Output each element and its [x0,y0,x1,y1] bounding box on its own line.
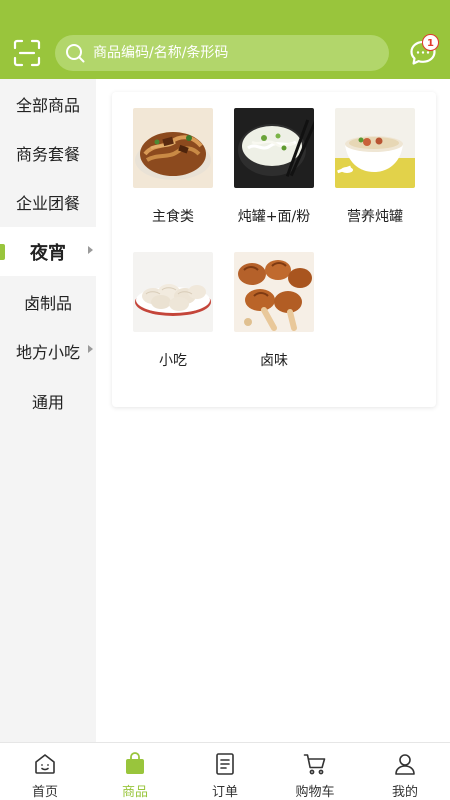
search-icon [66,44,85,63]
subcategory-label: 营养炖罐 [347,209,403,225]
subcategory-card: 主食类 炖罐+面/粉 营养炖罐 小吃 卤味 [112,92,436,407]
sidebar-item-group-meal[interactable]: 企业团餐 [0,177,96,226]
nav-item-cart[interactable]: 购物车 [270,743,360,800]
home-icon [35,754,55,774]
sidebar-item-label: 卤制品 [23,293,72,313]
bag-icon [126,752,144,774]
profile-icon [395,754,415,775]
sidebar-item-label: 全部商品 [15,95,80,115]
cart-icon [303,754,326,775]
nav-label: 购物车 [295,785,335,800]
dumplings-photo [133,252,213,332]
search-placeholder: 商品编码/名称/条形码 [93,45,229,61]
subcategory-item[interactable]: 小吃 [128,252,218,382]
braised-duck-photo [234,252,314,332]
order-icon [216,753,234,775]
sidebar-item-general[interactable]: 通用 [0,376,96,425]
scan-icon[interactable] [13,39,41,67]
sidebar-item-all[interactable]: 全部商品 [0,79,96,128]
fried-noodles-photo [133,108,213,188]
caret-right-icon [88,345,93,353]
nav-label: 订单 [211,785,238,800]
sidebar-item-late-night[interactable]: 夜宵 [0,227,96,276]
subcategory-item[interactable]: 营养炖罐 [330,108,420,238]
nav-item-products[interactable]: 商品 [90,743,180,800]
nav-label: 首页 [31,785,58,800]
bottom-nav: 首页 商品 订单 购物车 我的 [0,742,450,800]
top-bar: 商品编码/名称/条形码 1 [0,0,450,79]
subcategory-label: 小吃 [159,353,187,369]
subcategory-label: 卤味 [260,353,288,369]
sidebar-item-local-snacks[interactable]: 地方小吃 [0,326,96,375]
subcategory-item[interactable]: 卤味 [229,252,319,382]
nav-label: 商品 [121,785,148,800]
active-indicator [0,244,5,260]
nav-item-profile[interactable]: 我的 [360,743,450,800]
subcategory-label: 炖罐+面/粉 [237,209,311,225]
stew-bowl-photo [335,108,415,188]
sidebar-item-label: 夜宵 [30,242,66,264]
sidebar-item-label: 企业团餐 [15,193,80,213]
nav-label: 我的 [391,785,418,800]
nav-item-home[interactable]: 首页 [0,743,90,800]
message-badge: 1 [422,34,439,51]
sidebar-item-label: 商务套餐 [15,144,80,164]
caret-right-icon [88,246,93,254]
noodle-soup-photo [234,108,314,188]
sidebar-item-label: 地方小吃 [15,342,80,362]
category-content: 主食类 炖罐+面/粉 营养炖罐 小吃 卤味 [96,79,450,742]
subcategory-label: 主食类 [152,209,194,225]
search-input[interactable]: 商品编码/名称/条形码 [55,35,389,71]
nav-item-orders[interactable]: 订单 [180,743,270,800]
category-sidebar: 全部商品 商务套餐 企业团餐 夜宵 卤制品 地方小吃 通用 [0,79,96,742]
subcategory-item[interactable]: 炖罐+面/粉 [229,108,319,238]
sidebar-item-braised[interactable]: 卤制品 [0,277,96,326]
sidebar-item-label: 通用 [31,392,64,412]
sidebar-item-business-set[interactable]: 商务套餐 [0,128,96,177]
subcategory-item[interactable]: 主食类 [128,108,218,238]
